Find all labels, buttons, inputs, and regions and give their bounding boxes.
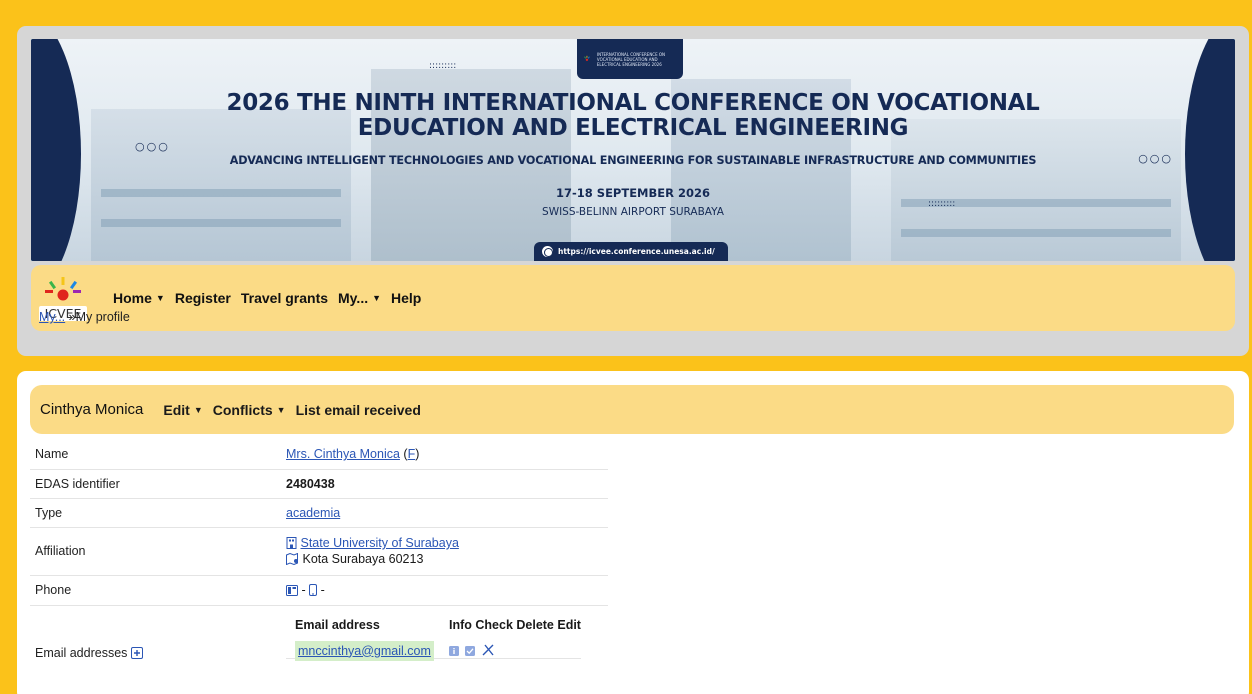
delete-icon[interactable] — [482, 644, 494, 656]
globe-icon — [542, 246, 553, 257]
name-cell: Mrs. Cinthya Monica (F) — [286, 440, 608, 470]
breadcrumb-separator: » — [68, 310, 76, 324]
affiliation-label: Affiliation — [30, 527, 286, 576]
email-link[interactable]: mnccinthya@gmail.com — [295, 640, 434, 661]
name-paren: ( — [399, 447, 408, 462]
affiliation-location: Kota Surabaya 60213 — [302, 552, 424, 566]
table-row: EDAS identifier 2480438 — [30, 469, 608, 499]
phone-label: Phone — [30, 575, 286, 606]
add-email-icon[interactable] — [130, 646, 143, 659]
caret-down-icon: ▼ — [372, 293, 382, 303]
banner-title-line1: 2026 THE NINTH INTERNATIONAL CONFERENCE … — [226, 90, 1040, 116]
type-label: Type — [30, 498, 286, 528]
header-panel: ○○○ ○○○ ::::::::: ::::::::: INTERNATIONA… — [17, 26, 1249, 356]
type-cell: academia — [286, 498, 608, 528]
email-table: Email address Info Check Delete Edit mnc… — [286, 606, 581, 661]
affiliation-link[interactable]: State University of Surabaya — [300, 536, 458, 550]
emails-label: Email addresses — [35, 645, 128, 660]
edas-value: 2480438 — [286, 469, 608, 499]
icvee-logo-icon — [45, 277, 81, 301]
nav-travel-grants[interactable]: Travel grants — [241, 290, 328, 306]
check-icon[interactable] — [465, 645, 476, 656]
phone-cell: - - — [286, 575, 608, 606]
list-email-received-link[interactable]: List email received — [296, 402, 421, 418]
name-link[interactable]: Mrs. Cinthya Monica — [286, 447, 400, 461]
email-address-header: Email address — [295, 617, 380, 632]
icvee-logo-icon — [584, 55, 590, 61]
banner-subtitle: ADVANCING INTELLIGENT TECHNOLOGIES AND V… — [229, 154, 1037, 167]
caret-down-icon: ▼ — [276, 404, 286, 415]
affiliation-cell: State University of Surabaya Kota Suraba… — [286, 527, 608, 576]
email-row: mnccinthya@gmail.com — [286, 637, 581, 661]
caret-down-icon: ▼ — [193, 404, 203, 415]
banner-logo-badge: INTERNATIONAL CONFERENCE ON VOCATIONAL E… — [577, 39, 683, 79]
mobile-value: - — [317, 583, 325, 597]
nav-home-label: Home — [113, 290, 152, 306]
profile-toolbar: Cinthya Monica Edit ▼ Conflicts ▼ List ema… — [30, 385, 1234, 434]
type-link[interactable]: academia — [286, 506, 340, 520]
email-actions-header: Info Check Delete Edit — [449, 617, 581, 632]
banner-title: 2026 THE NINTH INTERNATIONAL CONFERENCE … — [31, 91, 1235, 141]
emails-label-cell: Email addresses — [30, 605, 286, 694]
banner-dates: 17-18 SEPTEMBER 2026 — [556, 186, 710, 200]
table-row: Affiliation State University of Surabaya… — [30, 527, 608, 576]
banner-grid-dots: ::::::::: — [429, 61, 457, 71]
banner-curve-left — [31, 39, 81, 261]
name-paren: ) — [415, 447, 420, 462]
mobile-icon — [309, 584, 318, 596]
nav-home[interactable]: Home ▼ — [113, 290, 165, 306]
banner-title-line2: EDUCATION AND ELECTRICAL ENGINEERING — [357, 115, 909, 141]
banner-url-text: https://icvee.conference.unesa.ac.id/ — [558, 247, 715, 256]
table-row: Name Mrs. Cinthya Monica (F) — [30, 440, 608, 470]
profile-title: Cinthya Monica — [40, 401, 144, 418]
nav-my[interactable]: My... ▼ — [338, 290, 381, 306]
conference-banner: ○○○ ○○○ ::::::::: ::::::::: INTERNATIONA… — [31, 39, 1235, 261]
map-location-icon — [286, 553, 298, 565]
edit-menu[interactable]: Edit ▼ — [163, 402, 202, 418]
table-row: Type academia — [30, 498, 608, 528]
caret-down-icon: ▼ — [155, 293, 165, 303]
breadcrumb-my-link[interactable]: My... — [39, 310, 65, 324]
main-nav: ICVEE Home ▼ Register Travel grants My...… — [31, 265, 1235, 331]
email-actions-cell — [449, 637, 581, 659]
conflicts-menu[interactable]: Conflicts ▼ — [213, 402, 286, 418]
table-row: Phone - - — [30, 575, 608, 606]
breadcrumb: My... »My profile — [39, 310, 130, 324]
conflicts-menu-label: Conflicts — [212, 401, 273, 418]
emails-cell: Email address Info Check Delete Edit mnc… — [286, 605, 608, 694]
nav-register[interactable]: Register — [175, 290, 231, 306]
nav-help[interactable]: Help — [391, 290, 421, 306]
banner-url[interactable]: https://icvee.conference.unesa.ac.id/ — [534, 242, 728, 261]
edas-label: EDAS identifier — [30, 469, 286, 499]
profile-table: Name Mrs. Cinthya Monica (F) EDAS identi… — [30, 440, 608, 694]
building-icon — [286, 537, 297, 549]
banner-badge-text: INTERNATIONAL CONFERENCE ON VOCATIONAL E… — [596, 51, 666, 67]
breadcrumb-current: My profile — [75, 310, 130, 324]
phone-icon — [286, 585, 298, 596]
table-row: Email addresses Email address Info Check… — [30, 605, 608, 694]
phone-value: - — [298, 583, 310, 597]
info-icon[interactable] — [449, 645, 459, 656]
email-header-row: Email address Info Check Delete Edit — [286, 606, 581, 638]
name-label: Name — [30, 440, 286, 470]
email-address-cell: mnccinthya@gmail.com — [286, 637, 449, 661]
banner-dots-left: ○○○ — [135, 140, 170, 153]
banner-window-row — [101, 219, 341, 227]
edit-menu-label: Edit — [163, 401, 190, 418]
banner-curve-right — [1185, 39, 1235, 261]
nav-my-label: My... — [338, 290, 369, 306]
profile-panel: Cinthya Monica Edit ▼ Conflicts ▼ List ema… — [17, 371, 1249, 694]
banner-venue: SWISS-BELINN AIRPORT SURABAYA — [542, 206, 724, 218]
banner-window-row — [901, 229, 1171, 237]
